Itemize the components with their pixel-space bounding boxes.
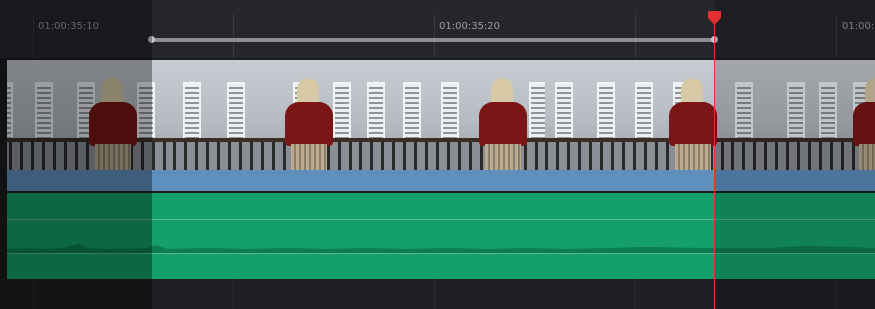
in-out-range-bar[interactable]	[152, 38, 715, 42]
grid-line	[434, 279, 435, 309]
ruler-tick	[434, 14, 435, 58]
audio-lane-line	[7, 219, 875, 220]
video-clip[interactable]	[7, 60, 875, 170]
grid-line	[635, 279, 636, 309]
video-thumbnail	[7, 60, 173, 170]
timecode-label: 01:00:35:20	[439, 21, 501, 32]
timecode-label: 01:00:3	[842, 21, 875, 32]
grid-line	[33, 279, 34, 309]
timecode-ruler[interactable]: 01:00:35:10 01:00:35:20 01:00:3	[0, 0, 875, 58]
timeline-panel[interactable]: 01:00:35:10 01:00:35:20 01:00:3	[0, 0, 875, 309]
grid-line	[233, 279, 234, 309]
video-thumbnail	[545, 60, 731, 170]
audio-lane-line	[7, 253, 875, 254]
range-handle-icon[interactable]	[148, 36, 155, 43]
audio-clip[interactable]	[7, 193, 875, 279]
grid-line	[836, 279, 837, 309]
playhead-marker-icon[interactable]	[707, 11, 722, 25]
video-thumbnail	[173, 60, 359, 170]
video-thumbnail	[359, 60, 545, 170]
ruler-tick	[635, 14, 636, 58]
audio-waveform	[7, 244, 875, 253]
video-thumbnail	[731, 60, 875, 170]
empty-track-area[interactable]	[0, 279, 875, 309]
playhead-line[interactable]	[714, 12, 715, 309]
ruler-tick	[233, 14, 234, 58]
timecode-label: 01:00:35:10	[38, 21, 100, 32]
video-clip-label-strip[interactable]	[7, 170, 875, 191]
ruler-tick	[836, 14, 837, 58]
ruler-tick	[33, 14, 34, 58]
